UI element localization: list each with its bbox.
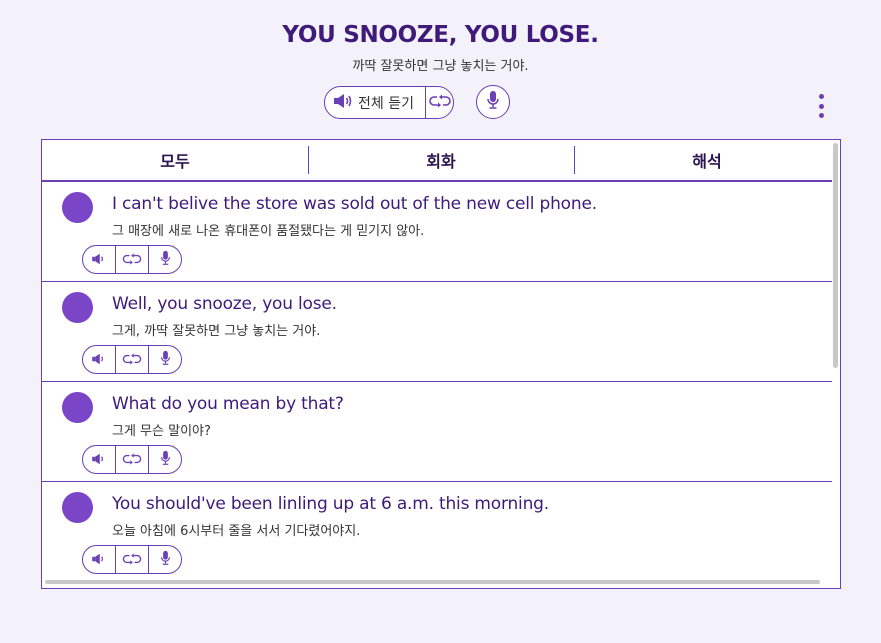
speaker-icon <box>333 93 358 113</box>
kebab-dot <box>818 103 824 109</box>
loop-line-button[interactable] <box>115 246 148 273</box>
record-line-button[interactable] <box>148 546 181 573</box>
korean-translation: 그게, 까딱 잘못하면 그냥 놓치는 거야. <box>112 324 321 339</box>
record-button[interactable] <box>476 85 510 119</box>
vertical-scroll-thumb[interactable] <box>833 143 838 368</box>
loop-icon <box>122 550 142 569</box>
dialogue-panel: 모두 회화 해석 I can't belive the store was so… <box>41 139 841 589</box>
play-line-button[interactable] <box>83 446 115 473</box>
loop-icon <box>122 350 142 369</box>
loop-icon <box>122 450 142 469</box>
line-controls <box>82 245 182 274</box>
speaker-avatar[interactable] <box>62 192 93 223</box>
lesson-subtitle: 까딱 잘못하면 그냥 놓치는 거야. <box>352 59 529 74</box>
play-all-button[interactable]: 전체 듣기 <box>325 87 426 118</box>
loop-icon <box>428 93 451 112</box>
speaker-icon <box>91 350 107 369</box>
english-sentence: You should've been linling up at 6 a.m. … <box>112 494 549 514</box>
horizontal-scroll-thumb[interactable] <box>45 580 820 584</box>
dialogue-row: Well, you snooze, you lose. 그게, 까딱 잘못하면 … <box>42 282 832 382</box>
korean-translation: 그게 무슨 말이야? <box>112 424 211 439</box>
horizontal-scrollbar[interactable] <box>42 578 832 586</box>
record-line-button[interactable] <box>148 446 181 473</box>
play-all-label: 전체 듣기 <box>358 95 414 112</box>
english-sentence: I can't belive the store was sold out of… <box>112 194 597 214</box>
speaker-icon <box>91 550 107 569</box>
microphone-icon <box>160 250 171 270</box>
microphone-icon <box>486 90 500 114</box>
dialogue-list: I can't belive the store was sold out of… <box>42 182 832 582</box>
kebab-dot <box>818 113 824 118</box>
speaker-icon <box>91 250 107 269</box>
microphone-icon <box>160 450 171 470</box>
vertical-scrollbar[interactable] <box>832 140 840 588</box>
tab-translation[interactable]: 해석 <box>574 140 840 180</box>
line-controls <box>82 445 182 474</box>
tab-all[interactable]: 모두 <box>42 140 308 180</box>
microphone-icon <box>160 350 171 370</box>
english-sentence: Well, you snooze, you lose. <box>112 294 337 314</box>
tab-bar: 모두 회화 해석 <box>42 140 840 182</box>
dialogue-row: I can't belive the store was sold out of… <box>42 182 832 282</box>
line-controls <box>82 345 182 374</box>
microphone-icon <box>160 550 171 570</box>
loop-line-button[interactable] <box>115 346 148 373</box>
speaker-avatar[interactable] <box>62 492 93 523</box>
line-controls <box>82 545 182 574</box>
speaker-avatar[interactable] <box>62 292 93 323</box>
dialogue-row: What do you mean by that? 그게 무슨 말이야? <box>42 382 832 482</box>
speaker-icon <box>91 450 107 469</box>
tab-conversation[interactable]: 회화 <box>308 140 574 180</box>
play-line-button[interactable] <box>83 546 115 573</box>
kebab-dot <box>818 94 824 99</box>
korean-translation: 오늘 아침에 6시부터 줄을 서서 기다렸어야지. <box>112 524 361 539</box>
loop-all-button[interactable] <box>426 87 453 118</box>
play-line-button[interactable] <box>83 346 115 373</box>
lesson-title: YOU SNOOZE, YOU LOSE. <box>282 22 599 48</box>
record-line-button[interactable] <box>148 246 181 273</box>
speaker-avatar[interactable] <box>62 392 93 423</box>
more-vertical-icon[interactable] <box>814 94 828 118</box>
loop-icon <box>122 250 142 269</box>
dialogue-row: You should've been linling up at 6 a.m. … <box>42 482 832 582</box>
play-controls: 전체 듣기 <box>324 86 454 119</box>
record-line-button[interactable] <box>148 346 181 373</box>
loop-line-button[interactable] <box>115 446 148 473</box>
english-sentence: What do you mean by that? <box>112 394 344 414</box>
play-line-button[interactable] <box>83 246 115 273</box>
korean-translation: 그 매장에 새로 나온 휴대폰이 품절됐다는 게 믿기지 않아. <box>112 224 425 239</box>
loop-line-button[interactable] <box>115 546 148 573</box>
